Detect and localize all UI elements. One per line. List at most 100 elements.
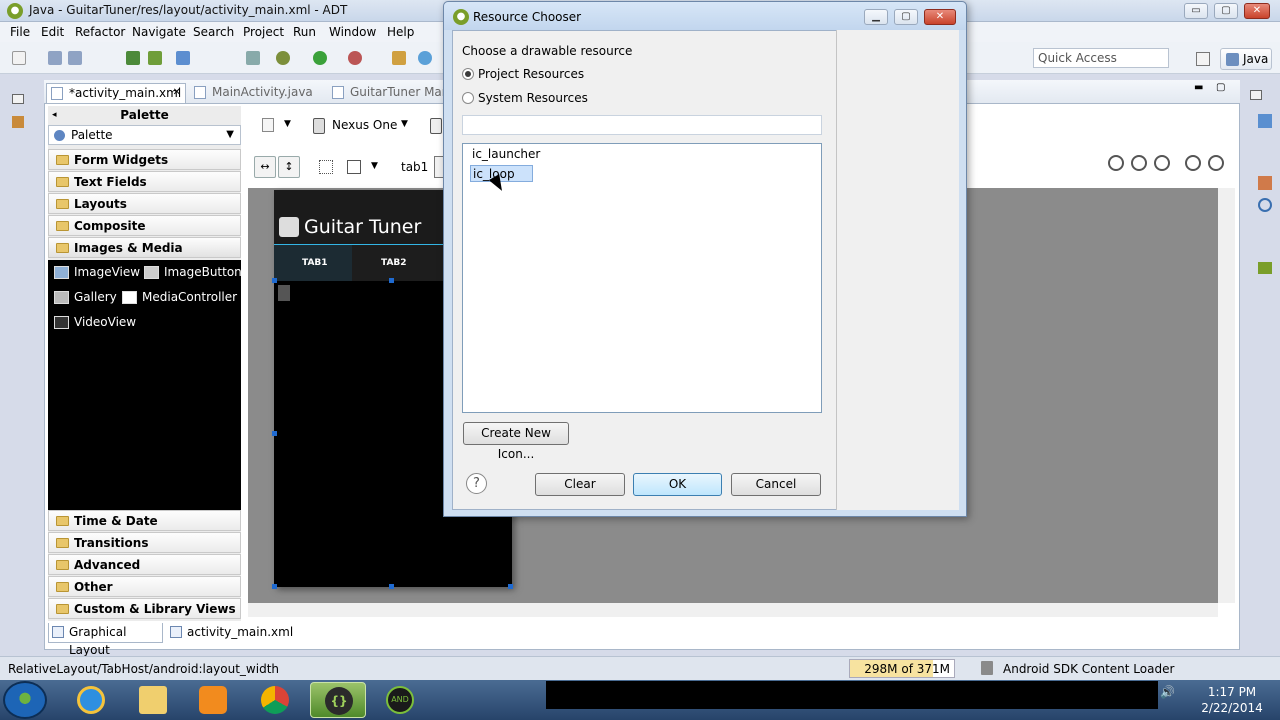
category-text-fields[interactable]: Text Fields: [48, 171, 241, 192]
external-tools-icon[interactable]: [348, 51, 362, 65]
widget-imageview[interactable]: ImageView: [54, 265, 140, 279]
close-button[interactable]: ✕: [1244, 3, 1270, 19]
device-select[interactable]: Nexus One: [332, 118, 397, 132]
editor-maximize-icon[interactable]: ▢: [1216, 82, 1225, 93]
tab-main-activity-java[interactable]: MainActivity.java: [190, 83, 320, 103]
menu-file[interactable]: File: [10, 25, 30, 39]
editor-minimize-icon[interactable]: ▬: [1194, 82, 1203, 93]
garbage-collect-icon[interactable]: [981, 661, 993, 675]
resource-list[interactable]: [462, 143, 822, 413]
category-composite[interactable]: Composite: [48, 215, 241, 236]
menu-refactor[interactable]: Refactor: [75, 25, 125, 39]
menu-edit[interactable]: Edit: [41, 25, 64, 39]
android-sdk-icon[interactable]: [126, 51, 140, 65]
menu-window[interactable]: Window: [329, 25, 376, 39]
resource-item-ic-launcher[interactable]: ic_launcher: [470, 146, 542, 163]
category-form-widgets[interactable]: Form Widgets: [48, 149, 241, 170]
tab-xml-source[interactable]: activity_main.xml: [167, 623, 293, 643]
widget-gallery[interactable]: Gallery: [54, 290, 117, 304]
zoom-in-icon[interactable]: [1208, 155, 1224, 171]
taskbar-android-tool[interactable]: AND: [372, 682, 428, 718]
taskbar-explorer[interactable]: [125, 682, 181, 718]
new-icon[interactable]: [12, 51, 26, 65]
widget-imagebutton[interactable]: ImageButton: [144, 265, 242, 279]
menu-run[interactable]: Run: [293, 25, 316, 39]
android-view-icon[interactable]: [1258, 262, 1272, 274]
save-all-icon[interactable]: [68, 51, 82, 65]
dialog-close-button[interactable]: ✕: [924, 9, 956, 25]
category-advanced[interactable]: Advanced: [48, 554, 241, 575]
ok-button[interactable]: OK: [633, 473, 722, 496]
resource-filter-input[interactable]: [462, 115, 822, 135]
canvas-vertical-scrollbar[interactable]: [1218, 188, 1235, 603]
restore-view-icon[interactable]: [12, 94, 24, 104]
dialog-maximize-button[interactable]: ▢: [894, 9, 918, 25]
tab-content-placeholder[interactable]: [278, 285, 290, 301]
fill-width-button[interactable]: ↔: [254, 156, 276, 178]
android-avd-icon[interactable]: [148, 51, 162, 65]
category-images-media[interactable]: Images & Media: [48, 237, 241, 258]
debug-icon[interactable]: [276, 51, 290, 65]
category-custom-library-views[interactable]: Custom & Library Views: [48, 598, 241, 619]
menu-help[interactable]: Help: [387, 25, 414, 39]
maximize-button[interactable]: ▢: [1214, 3, 1238, 19]
tools-icon[interactable]: [246, 51, 260, 65]
check-icon[interactable]: [176, 51, 190, 65]
help-icon[interactable]: ?: [466, 473, 487, 494]
selection-handle[interactable]: [272, 431, 277, 436]
zoom-one-to-one-icon[interactable]: [1154, 155, 1170, 171]
start-button[interactable]: [3, 681, 47, 719]
config-icon[interactable]: [262, 118, 274, 132]
config-dropdown-icon[interactable]: ▼: [284, 119, 291, 129]
selection-handle[interactable]: [508, 584, 513, 589]
system-clock[interactable]: 1:17 PM 2/22/2014: [1196, 684, 1268, 716]
clear-button[interactable]: Clear: [535, 473, 625, 496]
new-class-icon[interactable]: [418, 51, 432, 65]
taskbar-chrome[interactable]: [247, 682, 303, 718]
tab-graphical-layout[interactable]: Graphical Layout: [48, 623, 163, 657]
project-resources-label[interactable]: Project Resources: [478, 67, 584, 81]
zoom-to-fit-icon[interactable]: [1108, 155, 1124, 171]
problems-view-icon[interactable]: [1258, 176, 1272, 190]
open-perspective-icon[interactable]: [1196, 52, 1210, 66]
menu-project[interactable]: Project: [243, 25, 284, 39]
outline-view-icon[interactable]: [1258, 114, 1272, 128]
quick-access-input[interactable]: Quick Access: [1033, 48, 1169, 68]
taskbar-media-player[interactable]: [185, 682, 241, 718]
project-resources-radio[interactable]: [462, 68, 474, 80]
menu-navigate[interactable]: Navigate: [132, 25, 186, 39]
cancel-button[interactable]: Cancel: [731, 473, 821, 496]
category-other[interactable]: Other: [48, 576, 241, 597]
javadoc-view-icon[interactable]: [1258, 198, 1272, 212]
new-package-icon[interactable]: [392, 51, 406, 65]
volume-icon[interactable]: 🔊: [1160, 685, 1175, 699]
selection-handle[interactable]: [389, 584, 394, 589]
zoom-out-icon[interactable]: [1185, 155, 1201, 171]
distribute-icon[interactable]: [347, 160, 361, 174]
package-explorer-icon[interactable]: [12, 116, 24, 128]
tab-guitartuner-manifest[interactable]: GuitarTuner Man: [328, 83, 448, 103]
selection-handle[interactable]: [272, 278, 277, 283]
category-time-date[interactable]: Time & Date: [48, 510, 241, 531]
widget-mediacontroller[interactable]: MediaController: [122, 290, 237, 304]
save-icon[interactable]: [48, 51, 62, 65]
zoom-actual-icon[interactable]: [1131, 155, 1147, 171]
category-transitions[interactable]: Transitions: [48, 532, 241, 553]
widget-videoview[interactable]: VideoView: [54, 315, 136, 329]
run-icon[interactable]: [313, 51, 327, 65]
system-resources-label[interactable]: System Resources: [478, 91, 588, 105]
tab-activity-main-xml[interactable]: *activity_main.xml ✕: [46, 83, 186, 103]
heap-status[interactable]: 298M of 371M: [849, 659, 955, 678]
device-dropdown-icon[interactable]: ▼: [401, 119, 408, 129]
menu-search[interactable]: Search: [193, 25, 234, 39]
selection-handle[interactable]: [272, 584, 277, 589]
margins-icon[interactable]: [319, 160, 333, 174]
selection-handle[interactable]: [389, 278, 394, 283]
system-resources-radio[interactable]: [462, 92, 474, 104]
orientation-icon[interactable]: [430, 118, 442, 134]
preview-tab-2[interactable]: TAB2: [381, 258, 407, 268]
tab-close-icon[interactable]: ✕: [173, 84, 181, 102]
fill-height-button[interactable]: ↕: [278, 156, 300, 178]
restore-right-view-icon[interactable]: [1250, 90, 1262, 100]
taskbar-internet-explorer[interactable]: [63, 682, 119, 718]
